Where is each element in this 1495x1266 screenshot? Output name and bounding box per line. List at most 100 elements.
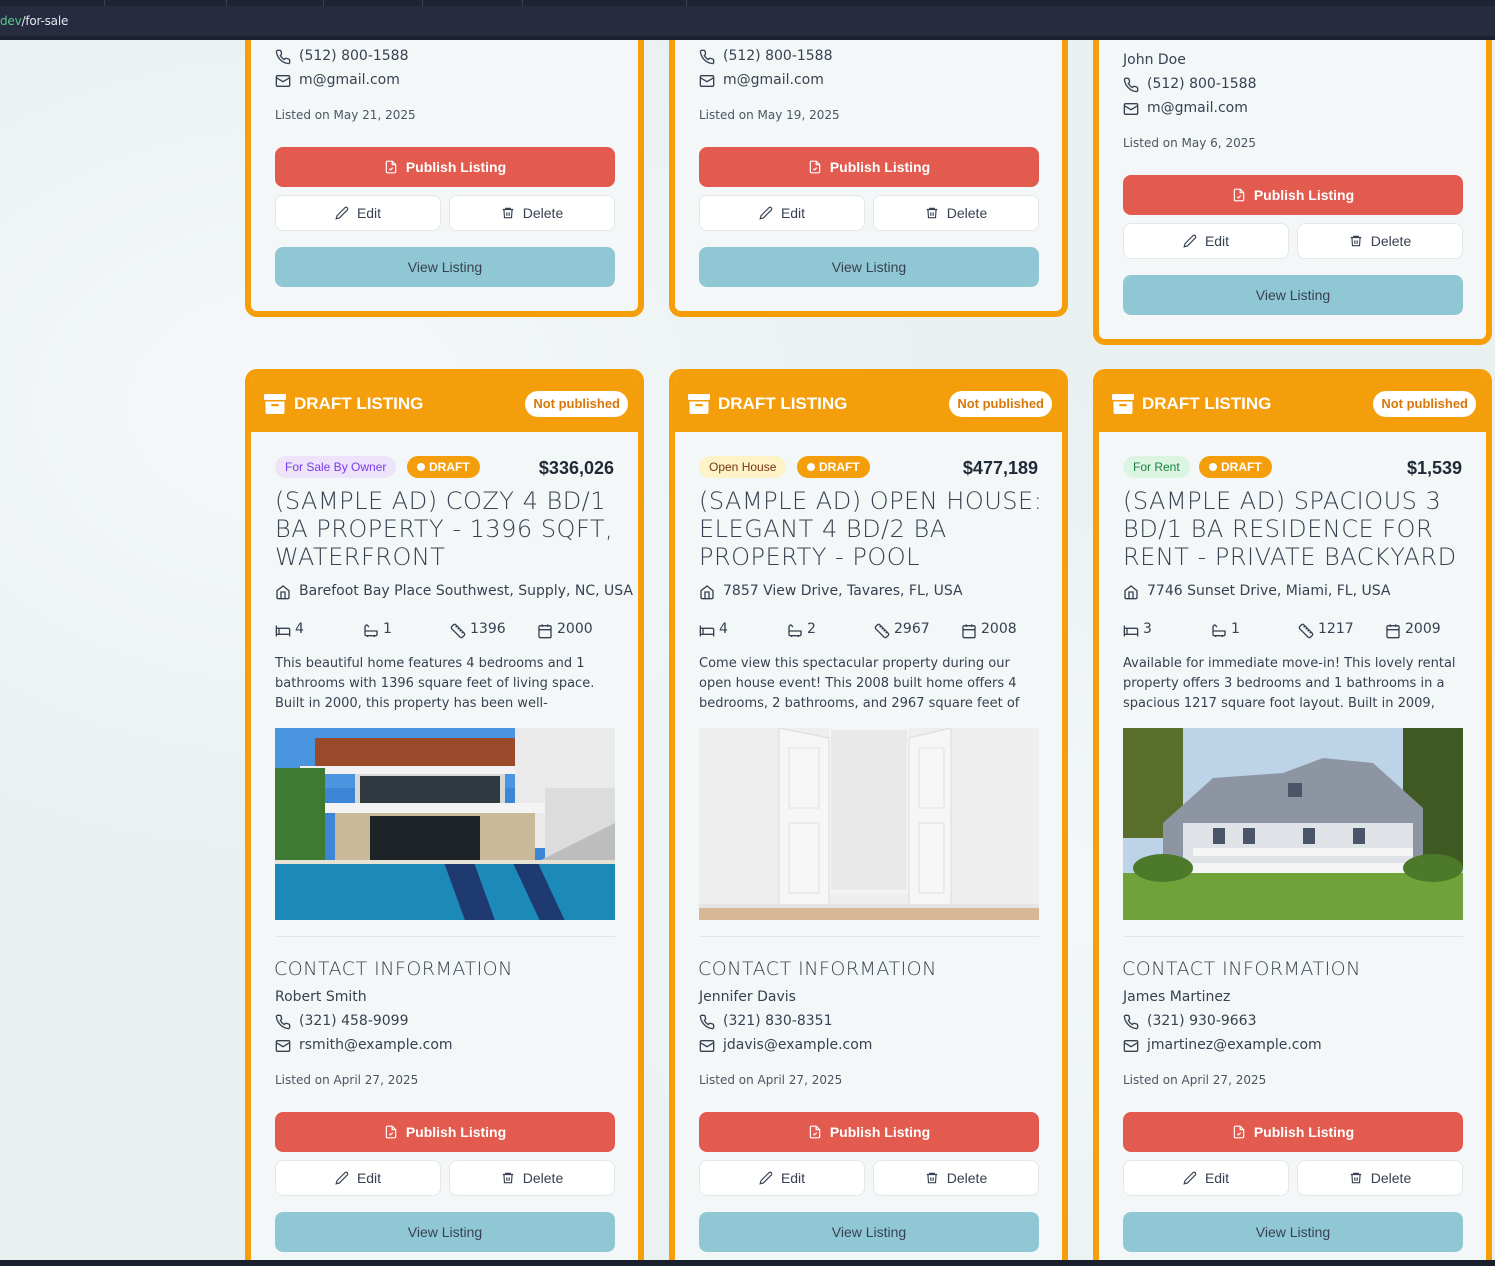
pencil-icon [759, 1171, 773, 1185]
draft-listing-card: DRAFT LISTING Not published Open House D… [669, 369, 1068, 1260]
draft-status-badge: DRAFT [407, 456, 480, 478]
pencil-icon [1183, 1171, 1197, 1185]
mail-icon [1123, 1040, 1139, 1052]
address-text: 7857 View Drive, Tavares, FL, USA [723, 583, 963, 599]
edit-button[interactable]: Edit [275, 1160, 441, 1196]
view-listing-button[interactable]: View Listing [699, 247, 1039, 287]
contact-phone: (321) 458-9099 [275, 1013, 595, 1031]
file-check-icon [1233, 188, 1245, 202]
publish-listing-button[interactable]: Publish Listing [699, 147, 1039, 187]
publish-listing-button[interactable]: Publish Listing [699, 1112, 1039, 1152]
draft-listing-card: DRAFT LISTING Not published For Sale By … [245, 369, 644, 1260]
listing-description: Available for immediate move-in! This lo… [1123, 656, 1456, 711]
delete-button[interactable]: Delete [1297, 223, 1463, 259]
listing-photo-shingle-house-lawn[interactable] [1123, 728, 1463, 920]
listing-price: $1,539 [1406, 458, 1462, 478]
bath-icon [364, 624, 378, 637]
listing-title[interactable]: (Sample Ad) Spacious 3 BD/1 BA Residence… [1123, 487, 1468, 571]
mail-icon [1123, 103, 1139, 115]
contact-phone: (512) 800-1588 [1123, 76, 1443, 94]
not-published-badge: Not published [1373, 391, 1476, 417]
listing-card: (512) 800-1588 m@gmail.com Listed on May… [669, 40, 1068, 317]
contact-email[interactable]: m@gmail.com [699, 72, 1019, 90]
listing-photo-modern-house-pool[interactable] [275, 728, 615, 920]
not-published-badge: Not published [949, 391, 1052, 417]
address-text: 7746 Sunset Drive, Miami, FL, USA [1147, 583, 1391, 599]
publish-listing-button[interactable]: Publish Listing [1123, 175, 1463, 215]
view-listing-button[interactable]: View Listing [1123, 1212, 1463, 1252]
listing-price: $336,026 [538, 458, 614, 478]
draft-listing-title: DRAFT LISTING [294, 394, 424, 413]
publish-listing-button[interactable]: Publish Listing [275, 1112, 615, 1152]
contact-name: Jennifer Davis [699, 989, 796, 1005]
draft-listing-card: DRAFT LISTING Not published For Rent DRA… [1093, 369, 1492, 1260]
listing-card: (512) 800-1588 m@gmail.com Listed on May… [245, 40, 644, 317]
delete-button[interactable]: Delete [449, 195, 615, 231]
listing-price: $477,189 [962, 458, 1038, 478]
file-check-icon [385, 160, 397, 174]
publish-listing-button[interactable]: Publish Listing [275, 147, 615, 187]
view-listing-button[interactable]: View Listing [699, 1212, 1039, 1252]
address-text: Barefoot Bay Place Southwest, Supply, NC… [299, 583, 633, 599]
mail-icon [275, 1040, 291, 1052]
edit-button[interactable]: Edit [1123, 1160, 1289, 1196]
delete-button[interactable]: Delete [449, 1160, 615, 1196]
phone-icon [699, 1014, 715, 1030]
contact-phone: (321) 930-9663 [1123, 1013, 1443, 1031]
home-icon [700, 585, 714, 600]
file-check-icon [809, 160, 821, 174]
edit-button[interactable]: Edit [699, 195, 865, 231]
listed-date: Listed on May 19, 2025 [699, 108, 840, 122]
listed-date: Listed on April 27, 2025 [699, 1073, 843, 1087]
listing-title[interactable]: (Sample Ad) Open House: Elegant 4 BD/2 B… [699, 487, 1044, 571]
contact-information-heading: CONTACT INFORMATION [1122, 958, 1361, 980]
pencil-icon [335, 206, 349, 220]
contact-name: James Martinez [1123, 989, 1231, 1005]
delete-button[interactable]: Delete [873, 195, 1039, 231]
contact-email[interactable]: jdavis@example.com [699, 1037, 1019, 1055]
contact-email[interactable]: rsmith@example.com [275, 1037, 595, 1055]
draft-listing-title: DRAFT LISTING [718, 394, 848, 413]
listing-stats: 3 1 1217 2009 [1123, 621, 1463, 641]
publish-listing-button[interactable]: Publish Listing [1123, 1112, 1463, 1152]
trash-icon [1350, 235, 1362, 247]
view-listing-button[interactable]: View Listing [275, 1212, 615, 1252]
listed-date: Listed on May 21, 2025 [275, 108, 416, 122]
mail-icon [699, 75, 715, 87]
listing-type-badge: For Sale By Owner [275, 456, 397, 478]
edit-button[interactable]: Edit [699, 1160, 865, 1196]
contact-email[interactable]: m@gmail.com [1123, 100, 1443, 118]
divider [699, 936, 1039, 937]
listed-date: Listed on April 27, 2025 [275, 1073, 419, 1087]
mail-icon [699, 1040, 715, 1052]
view-listing-button[interactable]: View Listing [275, 247, 615, 287]
draft-listing-title: DRAFT LISTING [1142, 394, 1272, 413]
trash-icon [1350, 1172, 1362, 1184]
draft-status-badge: DRAFT [797, 456, 870, 478]
view-listing-button[interactable]: View Listing [1123, 275, 1463, 315]
url-text[interactable]: dev/for-sale [0, 14, 68, 28]
divider [1123, 936, 1463, 937]
ruler-icon [1298, 623, 1314, 639]
file-check-icon [1233, 1125, 1245, 1139]
phone-icon [1123, 1014, 1139, 1030]
contact-email[interactable]: m@gmail.com [275, 72, 595, 90]
contact-phone: (321) 830-8351 [699, 1013, 1019, 1031]
calendar-icon [962, 624, 976, 639]
ruler-icon [450, 623, 466, 639]
not-published-badge: Not published [525, 391, 628, 417]
contact-email[interactable]: jmartinez@example.com [1123, 1037, 1443, 1055]
listing-photo-white-doors-room[interactable] [699, 728, 1039, 920]
divider [275, 936, 615, 937]
delete-button[interactable]: Delete [873, 1160, 1039, 1196]
delete-button[interactable]: Delete [1297, 1160, 1463, 1196]
edit-button[interactable]: Edit [1123, 223, 1289, 259]
listing-title[interactable]: (Sample Ad) Cozy 4 BD/1 BA Property - 13… [275, 487, 620, 571]
archive-icon [1112, 394, 1134, 414]
file-check-icon [385, 1125, 397, 1139]
edit-button[interactable]: Edit [275, 195, 441, 231]
draft-listing-header: DRAFT LISTING Not published [675, 375, 1062, 432]
listing-type-badge: For Rent [1123, 456, 1190, 478]
trash-icon [502, 207, 514, 219]
listed-date: Listed on April 27, 2025 [1123, 1073, 1267, 1087]
